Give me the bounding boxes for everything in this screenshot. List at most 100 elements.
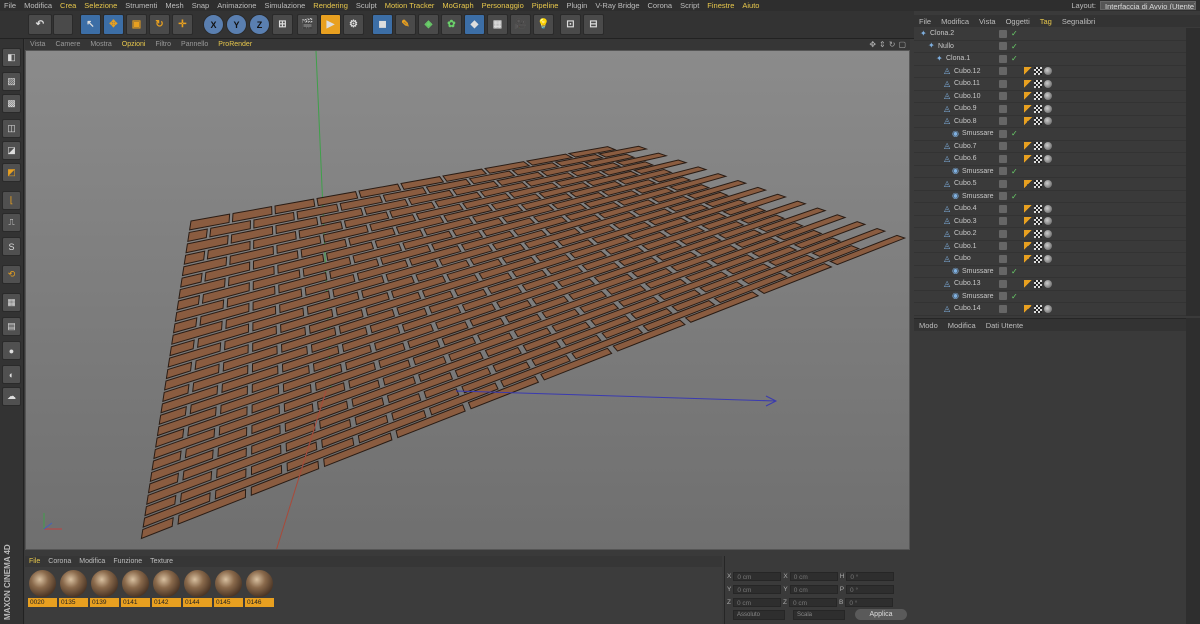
material-menu-funzione[interactable]: Funzione bbox=[109, 558, 146, 565]
material-swatch[interactable]: 0020 bbox=[28, 569, 57, 607]
material-swatch[interactable]: 0146 bbox=[245, 569, 274, 607]
object-row[interactable]: ◬ Cubo.14 bbox=[914, 303, 1186, 316]
object-row[interactable]: ◬ Cubo bbox=[914, 253, 1186, 266]
z-axis-button[interactable]: Z bbox=[249, 14, 270, 35]
subdivision-button[interactable]: ◈ bbox=[418, 14, 439, 35]
size-x-field[interactable]: 0 cm bbox=[789, 571, 838, 581]
object-row[interactable]: ◬ Cubo.6 bbox=[914, 153, 1186, 166]
visibility-toggle[interactable] bbox=[999, 92, 1007, 101]
object-row[interactable]: ◬ Cubo.12 bbox=[914, 66, 1186, 78]
enabled-check-icon[interactable]: ✓ bbox=[1011, 42, 1018, 51]
viewport-menu-vista[interactable]: Vista bbox=[25, 41, 50, 48]
animation-mode-button[interactable]: ⟲ bbox=[2, 265, 21, 284]
redo-button[interactable] bbox=[53, 14, 73, 35]
visibility-toggle[interactable] bbox=[999, 254, 1007, 263]
undo-button[interactable]: ↶ bbox=[28, 14, 52, 35]
texture-tag-icon[interactable] bbox=[1034, 104, 1042, 113]
workplane-mode-button[interactable]: ▦ bbox=[2, 293, 21, 312]
enabled-check-icon[interactable]: ✓ bbox=[1011, 192, 1018, 201]
texture-tag-icon[interactable] bbox=[1034, 154, 1042, 163]
deformer-button[interactable]: ◆ bbox=[464, 14, 485, 35]
uvw-tag-icon[interactable] bbox=[1024, 79, 1032, 88]
om-menu-tag[interactable]: Tag bbox=[1035, 17, 1057, 26]
3d-viewport[interactable] bbox=[25, 50, 910, 550]
viewport-menu-mostra[interactable]: Mostra bbox=[85, 41, 116, 48]
material-tag-icon[interactable] bbox=[1044, 254, 1052, 263]
menu-plugin[interactable]: Plugin bbox=[562, 1, 591, 10]
menu-selezione[interactable]: Selezione bbox=[80, 1, 121, 10]
menu-crea[interactable]: Crea bbox=[56, 1, 80, 10]
viewport-menu-pannello[interactable]: Pannello bbox=[176, 41, 213, 48]
visibility-toggle[interactable] bbox=[999, 54, 1007, 63]
visibility-toggle[interactable] bbox=[999, 129, 1007, 138]
viewport-menu-opzioni[interactable]: Opzioni bbox=[117, 41, 151, 48]
visibility-toggle[interactable] bbox=[999, 29, 1007, 38]
rotation-b-field[interactable]: 0 ° bbox=[845, 597, 894, 607]
camera-button[interactable]: 🎥 bbox=[510, 14, 531, 35]
viewport-menu-filtro[interactable]: Filtro bbox=[150, 41, 176, 48]
enabled-check-icon[interactable]: ✓ bbox=[1011, 167, 1018, 176]
om-menu-file[interactable]: File bbox=[914, 17, 936, 26]
menu-personaggio[interactable]: Personaggio bbox=[478, 1, 528, 10]
render-view-button[interactable]: 🎬 bbox=[297, 14, 318, 35]
menu-modifica[interactable]: Modifica bbox=[20, 1, 56, 10]
material-swatch[interactable]: 0142 bbox=[152, 569, 181, 607]
uvw-tag-icon[interactable] bbox=[1024, 229, 1032, 238]
material-tag-icon[interactable] bbox=[1044, 117, 1052, 126]
uvw-tag-icon[interactable] bbox=[1024, 142, 1032, 151]
menu-pipeline[interactable]: Pipeline bbox=[528, 1, 563, 10]
material-menu-corona[interactable]: Corona bbox=[44, 558, 75, 565]
layout-select[interactable]: Interfaccia di Avvio (Utente) bbox=[1100, 1, 1196, 10]
menu-snap[interactable]: Snap bbox=[188, 1, 214, 10]
texture-tag-icon[interactable] bbox=[1034, 179, 1042, 188]
uvw-tag-icon[interactable] bbox=[1024, 242, 1032, 251]
uvw-tag-icon[interactable] bbox=[1024, 67, 1032, 76]
position-x-field[interactable]: 0 cm bbox=[733, 571, 782, 581]
visibility-toggle[interactable] bbox=[999, 79, 1007, 88]
render-picture-viewer-button[interactable]: ▶ bbox=[320, 14, 341, 35]
size-mode-select[interactable]: Scala bbox=[793, 610, 845, 620]
texture-tag-icon[interactable] bbox=[1034, 242, 1042, 251]
texture-tag-icon[interactable] bbox=[1034, 117, 1042, 126]
material-tag-icon[interactable] bbox=[1044, 104, 1052, 113]
visibility-toggle[interactable] bbox=[999, 192, 1007, 201]
menu-mograph[interactable]: MoGraph bbox=[438, 1, 477, 10]
object-row[interactable]: ◬ Cubo.5 bbox=[914, 178, 1186, 191]
uvw-tag-icon[interactable] bbox=[1024, 204, 1032, 213]
position-z-field[interactable]: 0 cm bbox=[732, 597, 781, 607]
menu-mesh[interactable]: Mesh bbox=[161, 1, 187, 10]
texture-tag-icon[interactable] bbox=[1034, 279, 1042, 288]
position-y-field[interactable]: 0 cm bbox=[733, 584, 782, 594]
rotate-view-icon[interactable]: ↻ bbox=[889, 40, 896, 49]
object-row[interactable]: ◬ Cubo.3 bbox=[914, 216, 1186, 228]
material-tag-icon[interactable] bbox=[1044, 79, 1052, 88]
visibility-toggle[interactable] bbox=[999, 117, 1007, 126]
scale-tool-button[interactable]: ▣ bbox=[126, 14, 147, 35]
rotation-h-field[interactable]: 0 ° bbox=[846, 571, 895, 581]
menu-sculpt[interactable]: Sculpt bbox=[352, 1, 381, 10]
make-editable-button[interactable]: ◧ bbox=[2, 48, 21, 67]
object-manager-scrollbar[interactable] bbox=[1186, 28, 1200, 316]
material-menu-file[interactable]: File bbox=[25, 558, 44, 565]
snap-mode-button[interactable]: S bbox=[2, 237, 21, 256]
visibility-toggle[interactable] bbox=[999, 204, 1007, 213]
sphere-button[interactable]: ● bbox=[2, 341, 21, 360]
texture-tag-icon[interactable] bbox=[1034, 142, 1042, 151]
visibility-toggle[interactable] bbox=[999, 292, 1007, 301]
texture-tag-icon[interactable] bbox=[1034, 204, 1042, 213]
material-swatch[interactable]: 0144 bbox=[183, 569, 212, 607]
enabled-check-icon[interactable]: ✓ bbox=[1011, 129, 1018, 138]
light-button[interactable]: 💡 bbox=[533, 14, 554, 35]
texture-tag-icon[interactable] bbox=[1034, 67, 1042, 76]
uvw-tag-icon[interactable] bbox=[1024, 217, 1032, 226]
visibility-toggle[interactable] bbox=[999, 279, 1007, 288]
am-menu-edit[interactable]: Modifica bbox=[943, 321, 981, 330]
object-row[interactable]: ✦ Nullo ✓ bbox=[914, 41, 1186, 53]
enabled-check-icon[interactable]: ✓ bbox=[1011, 54, 1018, 63]
viewport-menu-camere[interactable]: Camere bbox=[50, 41, 85, 48]
object-row[interactable]: ◬ Cubo.8 bbox=[914, 116, 1186, 128]
size-z-field[interactable]: 0 cm bbox=[788, 597, 837, 607]
rotate-tool-button[interactable]: ↻ bbox=[149, 14, 170, 35]
object-row[interactable]: ✦ Clona.1 ✓ bbox=[914, 53, 1186, 66]
visibility-toggle[interactable] bbox=[999, 104, 1007, 113]
